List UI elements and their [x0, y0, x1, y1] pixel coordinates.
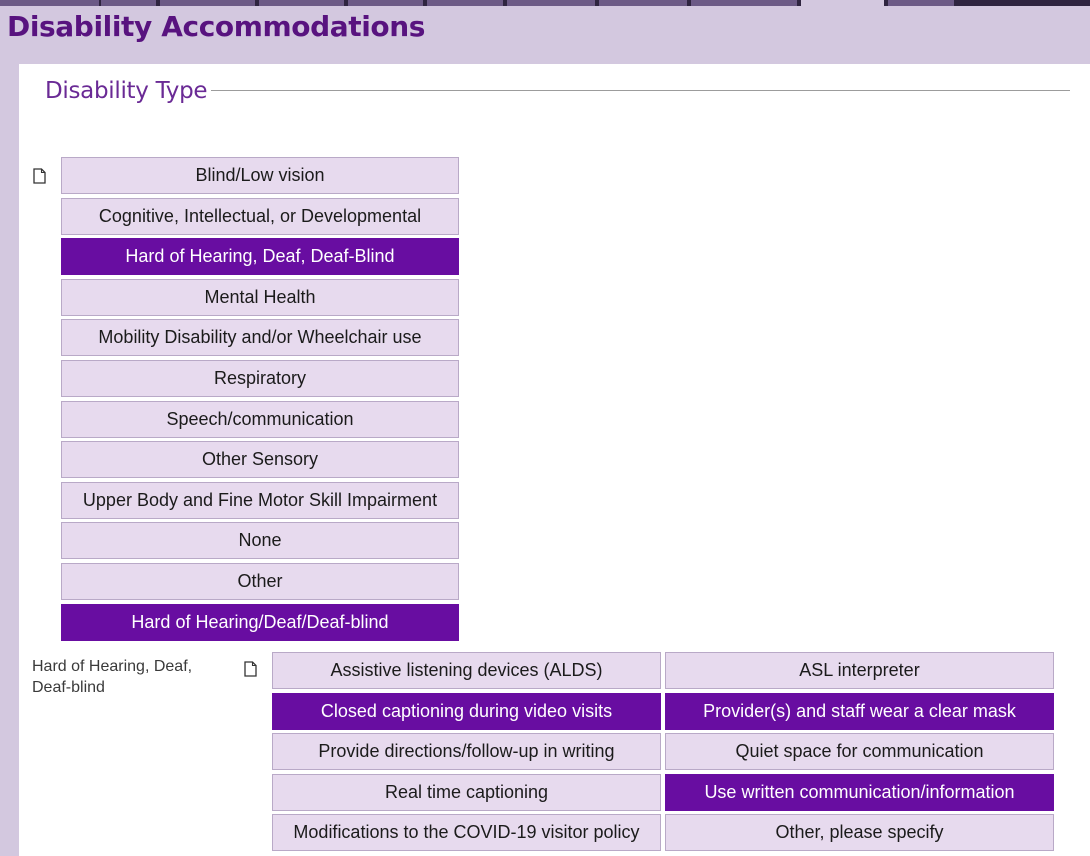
- accommodation-option[interactable]: ASL interpreter: [665, 652, 1054, 689]
- top-tab[interactable]: [348, 0, 423, 6]
- disability-type-option[interactable]: Upper Body and Fine Motor Skill Impairme…: [61, 481, 459, 519]
- disability-type-option[interactable]: Mobility Disability and/or Wheelchair us…: [61, 319, 459, 357]
- top-tab-active[interactable]: [801, 0, 884, 6]
- document-icon[interactable]: [244, 661, 257, 677]
- disability-type-option[interactable]: Other: [61, 562, 459, 600]
- top-tab[interactable]: [599, 0, 687, 6]
- accommodation-option[interactable]: Other, please specify: [665, 814, 1054, 851]
- content-panel: Disability Type Blind/Low vision Cognitiv…: [19, 64, 1090, 856]
- disability-type-option[interactable]: None: [61, 522, 459, 560]
- top-tab-strip: [0, 0, 1090, 6]
- legend-divider: [211, 90, 1070, 91]
- accommodation-option[interactable]: Provider(s) and staff wear a clear mask: [665, 692, 1054, 730]
- disability-type-option[interactable]: Other Sensory: [61, 441, 459, 479]
- disability-type-list: Blind/Low vision Cognitive, Intellectual,…: [61, 157, 459, 644]
- accommodation-option[interactable]: Assistive listening devices (ALDS): [272, 652, 661, 689]
- accommodation-option[interactable]: Use written communication/information: [665, 773, 1054, 811]
- top-tab[interactable]: [101, 0, 156, 6]
- accommodation-option[interactable]: Provide directions/follow-up in writing: [272, 733, 661, 770]
- document-icon[interactable]: [33, 168, 46, 184]
- page-title: Disability Accommodations: [7, 10, 426, 43]
- subsection-label: Hard of Hearing, Deaf, Deaf-blind: [32, 658, 193, 696]
- section-legend: Disability Type: [45, 78, 208, 104]
- top-tab[interactable]: [259, 0, 344, 6]
- accommodation-option[interactable]: Real time captioning: [272, 773, 661, 811]
- disability-type-option[interactable]: Hard of Hearing, Deaf, Deaf-Blind: [61, 238, 459, 276]
- top-tab[interactable]: [691, 0, 797, 6]
- accommodation-option[interactable]: Closed captioning during video visits: [272, 692, 661, 730]
- top-tab[interactable]: [888, 0, 954, 6]
- top-tab[interactable]: [160, 0, 255, 6]
- disability-type-option[interactable]: Respiratory: [61, 359, 459, 397]
- disability-type-option[interactable]: Speech/communication: [61, 400, 459, 438]
- disability-type-option[interactable]: Mental Health: [61, 278, 459, 316]
- accommodation-options-grid: Assistive listening devices (ALDS) ASL in…: [272, 652, 1054, 851]
- accommodation-option[interactable]: Quiet space for communication: [665, 733, 1054, 770]
- accommodation-option[interactable]: Modifications to the COVID-19 visitor po…: [272, 814, 661, 851]
- top-tab[interactable]: [0, 0, 99, 6]
- disability-type-option[interactable]: Cognitive, Intellectual, or Developmenta…: [61, 197, 459, 235]
- top-tab[interactable]: [507, 0, 595, 6]
- disability-type-option[interactable]: Blind/Low vision: [61, 157, 459, 194]
- disability-type-option[interactable]: Hard of Hearing/Deaf/Deaf-blind: [61, 603, 459, 641]
- top-tab[interactable]: [427, 0, 503, 6]
